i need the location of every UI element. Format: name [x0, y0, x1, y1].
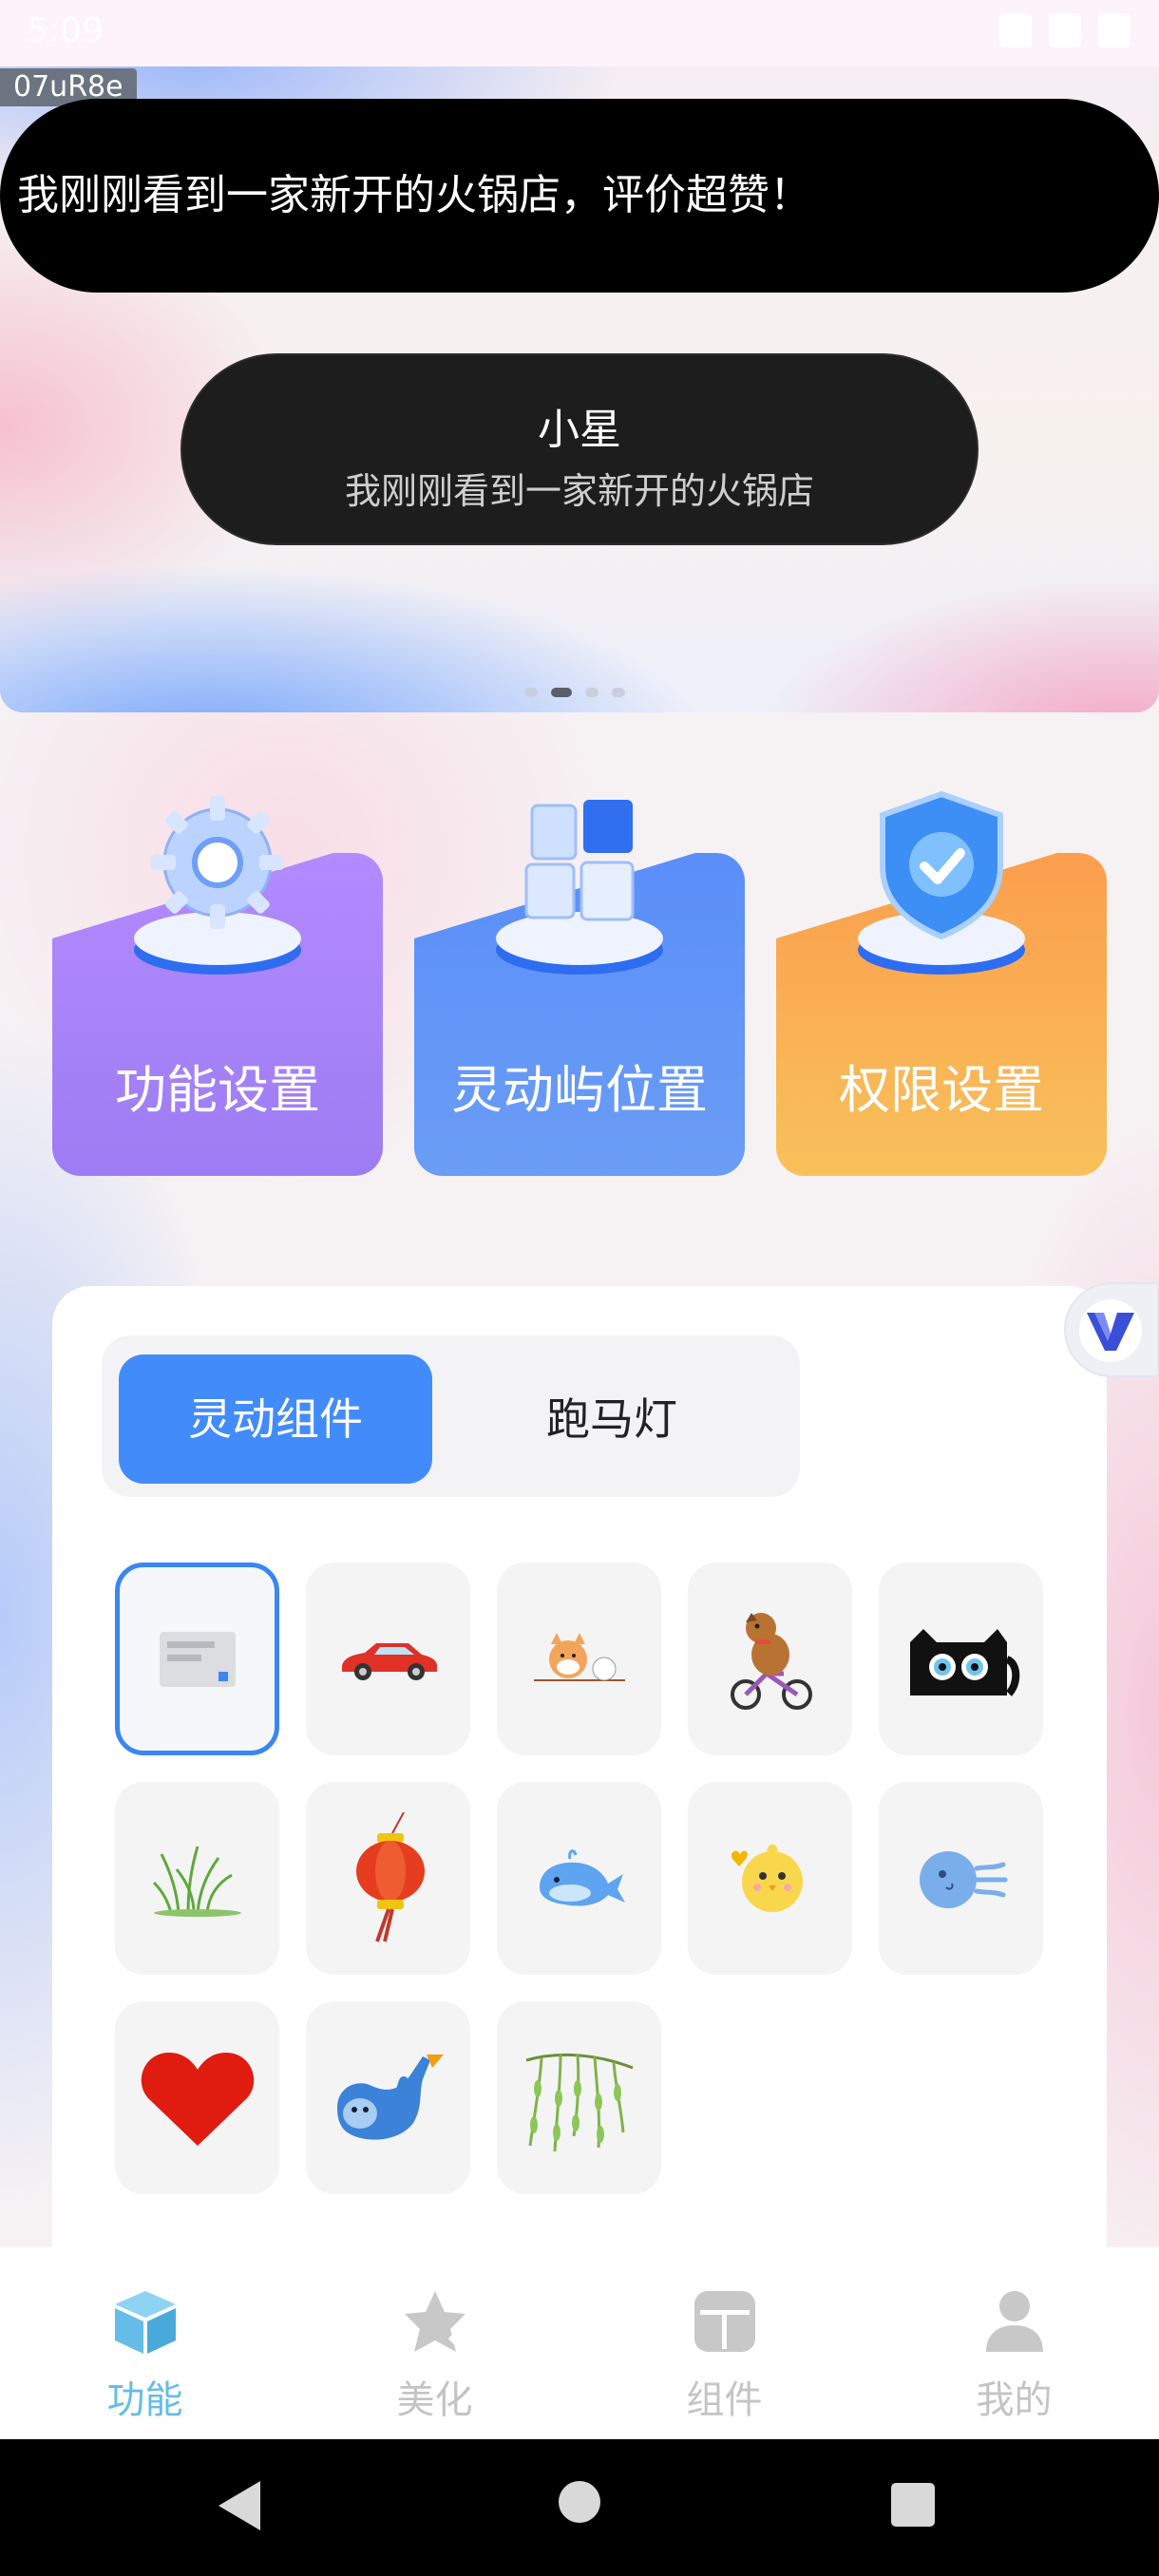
wifi-icon [999, 13, 1032, 47]
widget-dog-bicycle[interactable] [688, 1563, 852, 1755]
widget-red-lantern[interactable] [306, 1782, 470, 1975]
status-bar: 5:09 [0, 0, 1159, 66]
signal-icon [1049, 13, 1081, 47]
dog-bicycle-icon [730, 1612, 812, 1710]
widget-message-card[interactable] [115, 1563, 279, 1755]
sloth-icon [336, 2054, 444, 2140]
carousel-dot [585, 688, 598, 697]
nav-widgets[interactable]: 组件 [580, 2247, 869, 2439]
system-navigation-bar [0, 2439, 1159, 2576]
shiba-cat-icon [533, 1632, 625, 1681]
status-icons [999, 13, 1130, 47]
nav-beautify[interactable]: 美化 [290, 2247, 580, 2439]
dynamic-island-preview[interactable]: 小星 我刚刚看到一家新开的火锅店 [180, 353, 978, 545]
carousel-dot [612, 688, 625, 697]
feature-settings-card[interactable]: 功能设置 [52, 796, 383, 1176]
nav-label: 组件 [686, 2378, 763, 2422]
recent-apps-icon[interactable] [891, 2483, 935, 2527]
widget-whale[interactable] [497, 1782, 661, 1975]
whale-icon [539, 1848, 625, 1906]
card-label: 权限设置 [839, 1060, 1044, 1120]
red-car-icon [341, 1642, 437, 1680]
person-icon [986, 2291, 1043, 2352]
yellow-chick-icon [731, 1844, 803, 1912]
island-sender-name: 小星 [538, 406, 621, 454]
tab-marquee[interactable]: 跑马灯 [455, 1354, 769, 1484]
carousel-dot-active [551, 688, 572, 697]
red-lantern-icon [355, 1811, 425, 1942]
widget-red-heart[interactable] [115, 2001, 279, 2194]
permission-settings-card[interactable]: 权限设置 [776, 790, 1107, 1176]
widget-icon [694, 2291, 755, 2352]
notification-toast[interactable]: 我刚刚看到一家新开的火锅店，评价超赞！ [0, 99, 1159, 293]
widget-willow-branch[interactable] [497, 2001, 661, 2194]
widget-sloth[interactable] [306, 2001, 470, 2194]
widget-shiba-cat[interactable] [497, 1563, 661, 1755]
widget-red-car[interactable] [306, 1563, 470, 1755]
cube-icon [115, 2291, 176, 2354]
widget-tabs: 灵动组件 跑马灯 [102, 1335, 800, 1497]
card-label: 灵动屿位置 [451, 1060, 708, 1120]
nav-features[interactable]: 功能 [0, 2247, 290, 2439]
blocks-icon [496, 800, 663, 975]
nav-label: 美化 [396, 2378, 473, 2422]
widget-jellyfish[interactable] [879, 1782, 1043, 1975]
tab-dynamic-widgets[interactable]: 灵动组件 [119, 1354, 432, 1484]
widget-grass[interactable] [115, 1782, 279, 1975]
black-cat-icon [909, 1628, 1019, 1696]
status-time: 5:09 [27, 11, 104, 50]
v-logo-icon [1087, 1313, 1134, 1351]
battery-icon [1098, 13, 1130, 47]
shield-check-icon [858, 790, 1025, 975]
island-position-card[interactable]: 灵动屿位置 [414, 800, 745, 1176]
island-message: 我刚刚看到一家新开的火锅店 [344, 470, 814, 512]
nav-profile[interactable]: 我的 [869, 2247, 1159, 2439]
gear-icon [134, 796, 301, 975]
widget-black-cat[interactable] [879, 1563, 1043, 1755]
home-icon[interactable] [559, 2481, 600, 2523]
grass-icon [152, 1846, 241, 1917]
carousel-dot [524, 688, 538, 697]
red-heart-icon [141, 2052, 254, 2146]
jellyfish-icon [919, 1850, 1007, 1908]
nav-label: 我的 [976, 2378, 1053, 2422]
floating-assistant-button[interactable] [1064, 1282, 1159, 1377]
message-card-icon [159, 1631, 236, 1687]
star-icon [405, 2291, 468, 2355]
card-label: 功能设置 [115, 1060, 320, 1120]
carousel-indicator [524, 688, 625, 697]
willow-branch-icon [525, 2053, 634, 2151]
bottom-navigation: 功能 美化 组件 我的 [0, 2247, 1159, 2439]
widget-yellow-chick[interactable] [688, 1782, 852, 1975]
back-icon[interactable] [218, 2481, 260, 2530]
nav-label: 功能 [106, 2378, 183, 2422]
